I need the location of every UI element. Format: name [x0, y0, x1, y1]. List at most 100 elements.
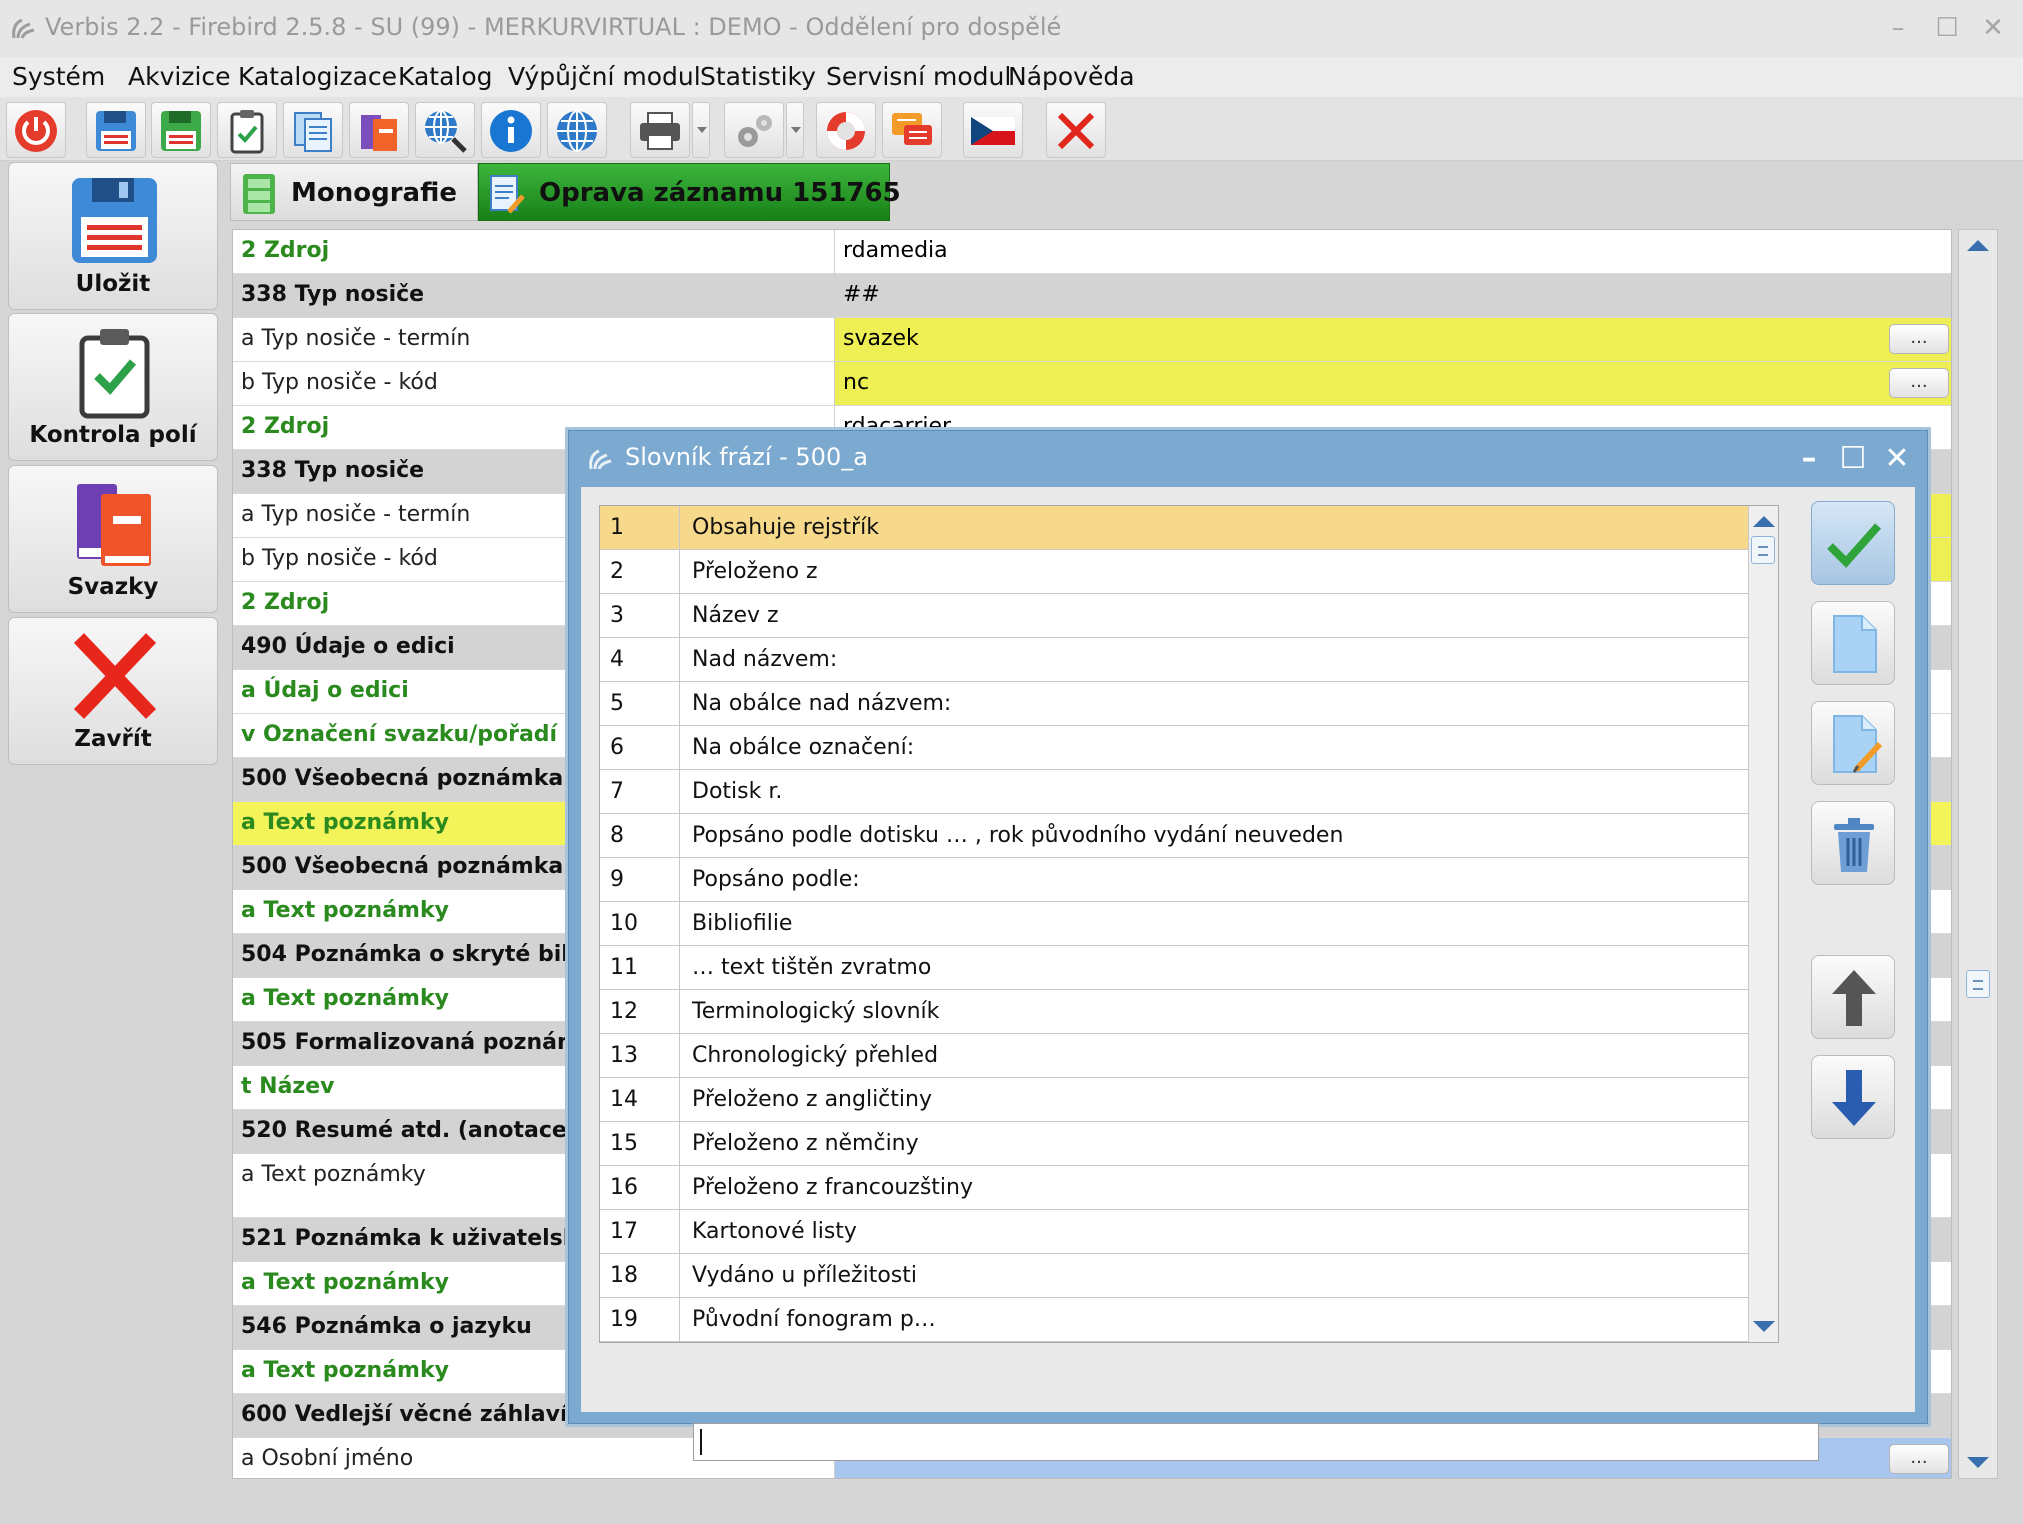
menu-system[interactable]: Systém — [12, 62, 105, 91]
confirm-check-icon — [1827, 523, 1881, 568]
move-up-button[interactable] — [1811, 955, 1895, 1039]
scroll-down-arrow-icon[interactable] — [1753, 1321, 1775, 1332]
dialog-close-button[interactable]: ✕ — [1877, 439, 1917, 479]
list-item[interactable]: 18 Vydáno u příležitosti — [600, 1254, 1748, 1298]
save-toolbar-button[interactable] — [86, 102, 146, 158]
phrase-search-input[interactable] — [693, 1423, 1819, 1461]
field-value[interactable]: ## — [835, 274, 1951, 317]
close-x-icon — [73, 633, 157, 719]
save-side-button[interactable]: Uložit — [8, 162, 218, 310]
tab-monografie[interactable]: Monografie — [230, 163, 478, 221]
scroll-thumb[interactable] — [1966, 970, 1990, 998]
field-value[interactable]: rdamedia — [835, 230, 1951, 273]
list-item[interactable]: 14 Přeloženo z angličtiny — [600, 1078, 1748, 1122]
close-side-button[interactable]: Zavřít — [8, 617, 218, 765]
delete-phrase-button[interactable] — [1811, 801, 1895, 885]
documents-toolbar-button[interactable] — [283, 102, 343, 158]
messages-toolbar-button[interactable] — [882, 102, 942, 158]
settings-toolbar-button[interactable] — [724, 102, 784, 158]
info-toolbar-button[interactable] — [481, 102, 541, 158]
web-toolbar-button[interactable] — [547, 102, 607, 158]
save-as-toolbar-button[interactable] — [151, 102, 211, 158]
item-text: Vydáno u příležitosti — [692, 1263, 917, 1288]
grid-row[interactable]: 2 Zdroj rdamedia — [233, 230, 1951, 274]
list-item[interactable]: 5 Na obálce nad názvem: — [600, 682, 1748, 726]
menu-katalog[interactable]: Katalog — [398, 62, 493, 91]
tab-edit-record[interactable]: Oprava záznamu 151765 — [478, 163, 901, 221]
grid-row[interactable]: b Typ nosiče - kód nc ... — [233, 362, 1951, 406]
list-item[interactable]: 3 Název z — [600, 594, 1748, 638]
new-phrase-button[interactable] — [1811, 601, 1895, 685]
field-value[interactable]: nc — [835, 362, 1951, 405]
scroll-up-arrow-icon[interactable] — [1967, 240, 1989, 251]
close-toolbar-button[interactable] — [1046, 102, 1106, 158]
scroll-thumb[interactable] — [1751, 536, 1775, 564]
check-fields-side-button[interactable]: Kontrola polí — [8, 313, 218, 461]
list-item[interactable]: 17 Kartonové listy — [600, 1210, 1748, 1254]
list-item[interactable]: 6 Na obálce označení: — [600, 726, 1748, 770]
globe-search-icon — [425, 110, 467, 153]
scroll-up-arrow-icon[interactable] — [1753, 516, 1775, 527]
print-toolbar-button[interactable] — [630, 102, 690, 158]
dialog-minimize-button[interactable]: – — [1789, 439, 1829, 479]
power-button[interactable] — [6, 102, 66, 158]
list-item[interactable]: 7 Dotisk r. — [600, 770, 1748, 814]
text-caret — [700, 1429, 702, 1455]
trash-icon — [1834, 818, 1874, 872]
volumes-toolbar-button[interactable] — [349, 102, 409, 158]
list-item[interactable]: 11 … text tištěn zvratmo — [600, 946, 1748, 990]
menu-katalogizace[interactable]: Katalogizace — [238, 62, 397, 91]
phrase-list-scrollbar[interactable] — [1748, 506, 1778, 1342]
move-down-button[interactable] — [1811, 1055, 1895, 1139]
list-item[interactable]: 12 Terminologický slovník — [600, 990, 1748, 1034]
help-toolbar-button[interactable] — [816, 102, 876, 158]
grid-row[interactable]: 338 Typ nosiče ## — [233, 274, 1951, 318]
scroll-down-arrow-icon[interactable] — [1967, 1457, 1989, 1468]
list-item[interactable]: 1 Obsahuje rejstřík — [600, 506, 1748, 550]
check-fields-toolbar-button[interactable] — [217, 102, 277, 158]
item-number: 10 — [600, 902, 680, 945]
app-logo-icon — [589, 449, 612, 470]
list-item[interactable]: 13 Chronologický přehled — [600, 1034, 1748, 1078]
settings-dropdown[interactable] — [786, 102, 804, 158]
list-item[interactable]: 16 Přeloženo z francouzštiny — [600, 1166, 1748, 1210]
ellipsis-button[interactable]: ... — [1889, 1444, 1949, 1474]
list-item[interactable]: 2 Přeloženo z — [600, 550, 1748, 594]
list-item[interactable]: 9 Popsáno podle: — [600, 858, 1748, 902]
menu-servisni-modul[interactable]: Servisní modul — [826, 62, 1011, 91]
ellipsis-button[interactable]: ... — [1889, 324, 1949, 354]
gears-icon — [738, 115, 772, 147]
item-number: 6 — [600, 726, 680, 769]
menu-akvizice[interactable]: Akvizice — [128, 62, 231, 91]
item-text: Chronologický přehled — [692, 1043, 939, 1068]
grid-row[interactable]: a Typ nosiče - termín svazek ... — [233, 318, 1951, 362]
ellipsis-button[interactable]: ... — [1889, 368, 1949, 398]
language-toolbar-button[interactable] — [963, 102, 1023, 158]
tab-monografie-label: Monografie — [291, 178, 457, 208]
menu-napoveda[interactable]: Nápověda — [1008, 62, 1135, 91]
volumes-side-button[interactable]: Svazky — [8, 465, 218, 613]
list-item[interactable]: 8 Popsáno podle dotisku … , rok původního… — [600, 814, 1748, 858]
cabinet-icon — [243, 174, 275, 214]
maximize-button[interactable]: ☐ — [1929, 10, 1965, 46]
menu-statistiky[interactable]: Statistiky — [700, 62, 816, 91]
field-value[interactable]: svazek — [835, 318, 1951, 361]
confirm-button[interactable] — [1811, 501, 1895, 585]
item-text: Původní fonogram p… — [692, 1307, 936, 1332]
list-item[interactable]: 15 Přeloženo z němčiny — [600, 1122, 1748, 1166]
list-item[interactable]: 19 Původní fonogram p… — [600, 1298, 1748, 1342]
print-dropdown[interactable] — [692, 102, 710, 158]
window-title: Verbis 2.2 - Firebird 2.5.8 - SU (99) - … — [45, 13, 1062, 41]
item-text: Přeloženo z němčiny — [692, 1131, 919, 1156]
list-item[interactable]: 10 Bibliofilie — [600, 902, 1748, 946]
list-item[interactable]: 4 Nad názvem: — [600, 638, 1748, 682]
menu-vypujcni-modul[interactable]: Výpůjční modul — [508, 62, 701, 91]
field-label: a Typ nosiče - termín — [233, 318, 835, 361]
dialog-maximize-button[interactable]: ☐ — [1833, 439, 1873, 479]
minimize-button[interactable]: – — [1880, 10, 1916, 46]
app-logo-icon — [12, 18, 35, 39]
edit-phrase-button[interactable] — [1811, 701, 1895, 785]
main-vertical-scrollbar[interactable] — [1958, 229, 1998, 1479]
globe-search-toolbar-button[interactable] — [415, 102, 475, 158]
close-window-button[interactable]: ✕ — [1975, 10, 2011, 46]
